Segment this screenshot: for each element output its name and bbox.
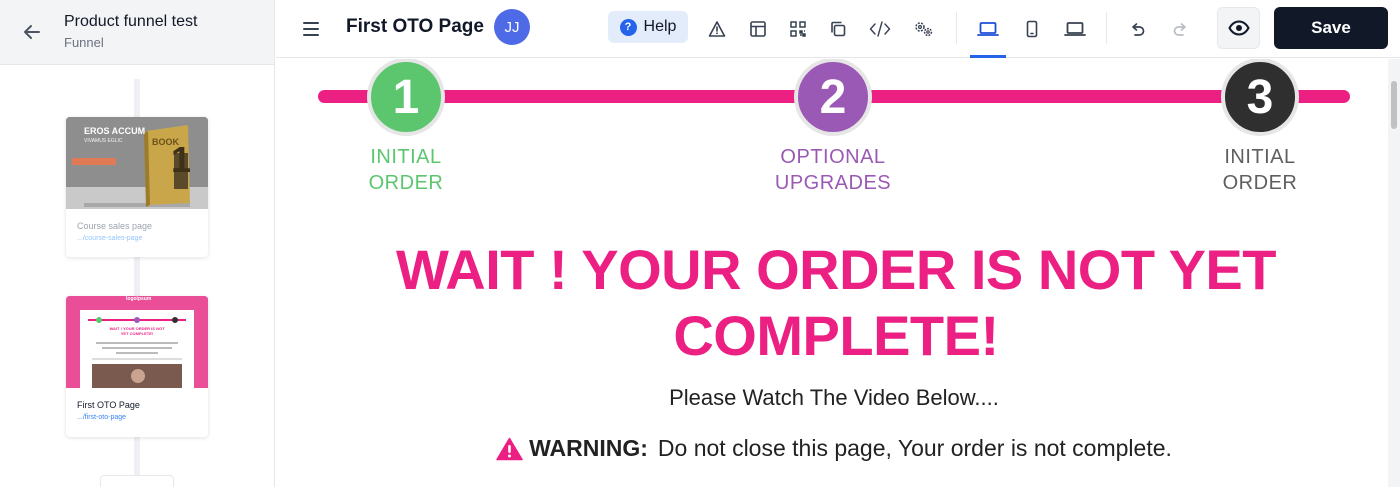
funnel-type-label: Funnel xyxy=(64,35,104,50)
page-thumbnail: EROS ACCUM VIVAMUS EGLIC BOOK 1 xyxy=(66,117,208,209)
step-label-line: UPGRADES xyxy=(774,172,892,194)
settings-icon xyxy=(915,22,933,37)
eye-icon xyxy=(1227,20,1250,36)
undo-button[interactable] xyxy=(1122,14,1152,44)
layout-button[interactable] xyxy=(743,14,773,44)
headline-line-2: COMPLETE! xyxy=(673,304,999,367)
page-name: First OTO Page xyxy=(77,400,140,410)
funnel-name: Product funnel test xyxy=(64,13,198,30)
help-label: Help xyxy=(643,18,677,35)
funnel-steps-list: EROS ACCUM VIVAMUS EGLIC BOOK 1 Course s… xyxy=(0,65,274,487)
toolbar-divider xyxy=(956,12,957,44)
page-thumbnail: logoipsum WAIT ! YOUR ORDER IS NOT YET C… xyxy=(66,296,208,388)
layout-icon xyxy=(750,21,766,37)
active-device-indicator xyxy=(970,55,1006,58)
hamburger-icon xyxy=(303,22,319,36)
step-label-line: INITIAL xyxy=(370,146,442,168)
save-button[interactable]: Save xyxy=(1274,7,1388,49)
step-label-line: ORDER xyxy=(1222,172,1298,194)
step-2-circle: 2 xyxy=(794,59,872,136)
step-1-circle: 1 xyxy=(367,59,445,136)
main-headline: WAIT ! YOUR ORDER IS NOT YET COMPLETE! xyxy=(356,237,1316,369)
desktop-icon xyxy=(977,22,999,36)
code-button[interactable] xyxy=(865,14,895,44)
subheadline: Please Watch The Video Below.... xyxy=(669,385,999,410)
step-2-label: OPTIONAL UPGRADES xyxy=(743,144,923,196)
avatar[interactable]: JJ xyxy=(494,9,530,45)
step-3-circle: 3 xyxy=(1221,59,1299,136)
thumbnail-graphic xyxy=(66,296,208,388)
warning-icon xyxy=(708,21,726,37)
headline-line-1: WAIT ! YOUR ORDER IS NOT YET xyxy=(395,238,1277,301)
qr-code-icon xyxy=(790,21,806,37)
warning-triangle-icon xyxy=(496,437,523,460)
copy-icon xyxy=(831,21,846,37)
help-icon: ? xyxy=(619,18,637,36)
desktop-view-button[interactable] xyxy=(973,14,1003,44)
arrow-left-icon xyxy=(24,25,40,39)
duplicate-button[interactable] xyxy=(823,14,853,44)
code-icon xyxy=(869,21,891,37)
editor-toolbar: First OTO Page JJ ? Help Save xyxy=(276,0,1400,58)
thumb-headline: WAIT ! YOUR ORDER IS NOT YET COMPLETE! xyxy=(109,326,165,336)
undo-icon xyxy=(1132,23,1145,36)
redo-icon xyxy=(1173,23,1186,36)
canvas-scrollbar[interactable] xyxy=(1388,59,1400,487)
page-canvas: 1 2 3 INITIAL ORDER OPTIONAL UPGRADES IN… xyxy=(276,59,1388,487)
warning-label: WARNING: xyxy=(529,435,648,461)
page-card-course-sales[interactable]: EROS ACCUM VIVAMUS EGLIC BOOK 1 Course s… xyxy=(66,117,208,257)
step-label-line: OPTIONAL xyxy=(780,146,886,168)
page-slug-link[interactable]: .../first-oto-page xyxy=(66,414,208,421)
page-name: Course sales page xyxy=(77,221,153,231)
mobile-icon xyxy=(1026,20,1038,38)
laptop-icon xyxy=(1064,22,1086,36)
step-3-label: INITIAL ORDER xyxy=(1170,144,1350,196)
laptop-view-button[interactable] xyxy=(1060,14,1090,44)
step-label-line: ORDER xyxy=(368,172,444,194)
back-button[interactable] xyxy=(0,0,64,65)
settings-button[interactable] xyxy=(909,14,939,44)
toolbar-divider xyxy=(1106,12,1107,44)
page-slug-link[interactable]: .../course-sales-page xyxy=(66,235,208,242)
thumb-logo: logoipsum xyxy=(126,296,152,302)
thumb-subtitle: VIVAMUS EGLIC xyxy=(84,138,123,144)
help-button[interactable]: ? Help xyxy=(608,11,688,43)
add-step-button[interactable] xyxy=(100,475,174,487)
mobile-view-button[interactable] xyxy=(1017,14,1047,44)
step-1-label: INITIAL ORDER xyxy=(316,144,496,196)
warning-text: Do not close this page, Your order is no… xyxy=(657,435,1172,461)
qr-code-button[interactable] xyxy=(783,14,813,44)
preview-button[interactable] xyxy=(1217,7,1260,49)
scrollbar-thumb[interactable] xyxy=(1391,81,1397,129)
step-label-line: INITIAL xyxy=(1224,146,1296,168)
page-title: First OTO Page xyxy=(346,16,484,37)
page-card-first-oto[interactable]: logoipsum WAIT ! YOUR ORDER IS NOT YET C… xyxy=(66,296,208,437)
warnings-button[interactable] xyxy=(702,14,732,44)
funnel-sidebar: Product funnel test Funnel EROS ACCUM VI… xyxy=(0,0,275,487)
thumb-title: EROS ACCUM xyxy=(84,126,146,136)
menu-button[interactable] xyxy=(298,16,324,42)
thumb-book-number: 1 xyxy=(171,139,192,180)
redo-button[interactable] xyxy=(1166,14,1196,44)
warning-notice: WARNING: Do not close this page, Your or… xyxy=(276,435,1388,462)
funnel-header: Product funnel test Funnel xyxy=(0,0,274,65)
